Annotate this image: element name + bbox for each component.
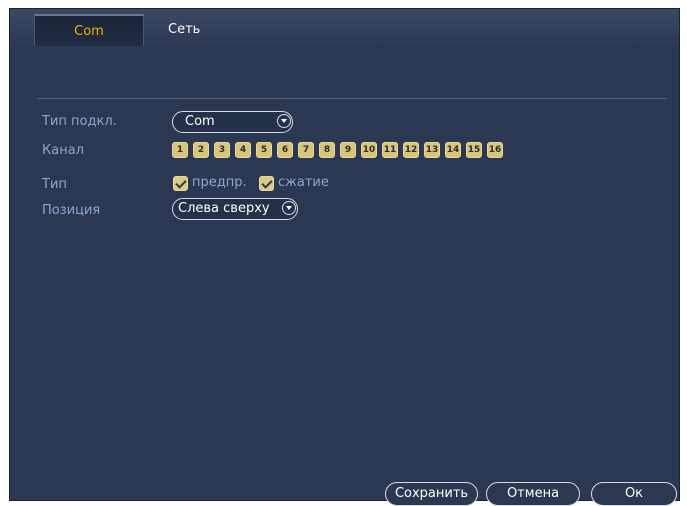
connection-type-label: Тип подкл.: [42, 114, 117, 129]
channel-toggle-10[interactable]: 10: [361, 142, 377, 158]
tab-com[interactable]: Com: [34, 14, 144, 46]
compression-checkbox-label: сжатие: [278, 175, 329, 190]
channel-toggle-11[interactable]: 11: [382, 142, 398, 158]
position-label: Позиция: [42, 203, 101, 218]
settings-window: Com Сеть Тип подкл. Com Канал 1 2 3 4 5 …: [9, 8, 680, 506]
enterprise-checkbox[interactable]: [173, 176, 188, 191]
cancel-button[interactable]: Отмена: [486, 482, 580, 506]
chevron-down-icon[interactable]: [277, 114, 291, 128]
tab-network[interactable]: Сеть: [168, 14, 200, 46]
connection-type-select[interactable]: Com: [172, 111, 293, 133]
divider: [37, 98, 667, 99]
channel-toggle-8[interactable]: 8: [319, 142, 335, 158]
channel-toggle-16[interactable]: 16: [487, 142, 503, 158]
channel-toggle-5[interactable]: 5: [256, 142, 272, 158]
channel-toggle-1[interactable]: 1: [172, 142, 188, 158]
compression-checkbox[interactable]: [259, 176, 274, 191]
chevron-down-icon[interactable]: [282, 201, 296, 215]
position-value: Слева сверху: [178, 201, 270, 216]
save-button[interactable]: Сохранить: [385, 482, 478, 506]
channel-toggle-2[interactable]: 2: [193, 142, 209, 158]
ok-button[interactable]: Ок: [591, 482, 677, 506]
channel-toggle-3[interactable]: 3: [214, 142, 230, 158]
type-label: Тип: [42, 177, 67, 192]
channel-toggle-13[interactable]: 13: [424, 142, 440, 158]
connection-type-value: Com: [185, 114, 215, 129]
channel-toggle-4[interactable]: 4: [235, 142, 251, 158]
channel-toggle-6[interactable]: 6: [277, 142, 293, 158]
channel-toggle-15[interactable]: 15: [466, 142, 482, 158]
channel-toggle-12[interactable]: 12: [403, 142, 419, 158]
enterprise-checkbox-label: предпр.: [192, 175, 247, 190]
tab-bar: Com Сеть: [10, 9, 679, 47]
channel-toggle-9[interactable]: 9: [340, 142, 356, 158]
channel-toggle-14[interactable]: 14: [445, 142, 461, 158]
channel-label: Канал: [42, 143, 84, 158]
channel-toggle-7[interactable]: 7: [298, 142, 314, 158]
position-select[interactable]: Слева сверху: [172, 198, 298, 220]
